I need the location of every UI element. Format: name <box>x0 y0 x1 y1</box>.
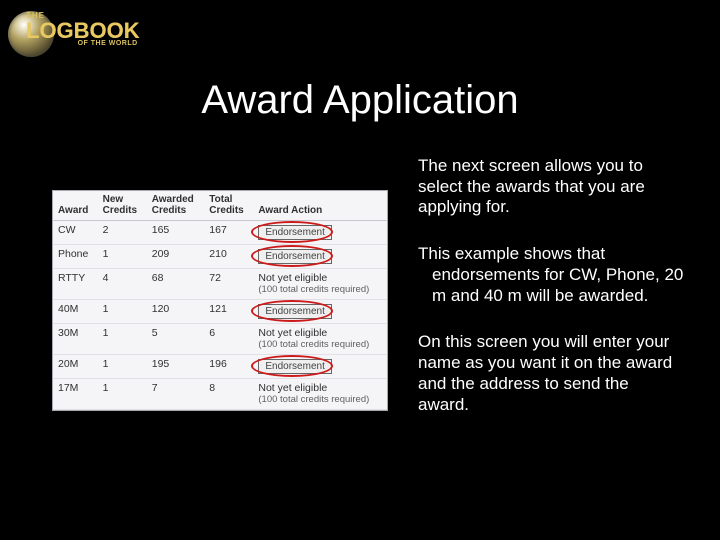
table-row: RTTY46872Not yet eligible <box>53 269 387 285</box>
col-total: Total Credits <box>204 191 253 221</box>
table-header-row: Award New Credits Awarded Credits Total … <box>53 191 387 221</box>
description-column: The next screen allows you to select the… <box>418 156 684 441</box>
desc-p2a: This example shows that <box>418 244 605 263</box>
table-row-note: (100 total credits required) <box>53 285 387 300</box>
table-row: CW2165167 Endorsement <box>53 221 387 245</box>
cell-note: (100 total credits required) <box>253 395 387 410</box>
col-award: Award <box>53 191 98 221</box>
cell-new: 1 <box>98 323 147 339</box>
desc-p1: The next screen allows you to select the… <box>418 156 684 218</box>
cell-award: 20M <box>53 354 98 378</box>
cell-action: Not yet eligible <box>253 269 387 285</box>
table-row-note: (100 total credits required) <box>53 395 387 410</box>
col-action: Award Action <box>253 191 387 221</box>
desc-p2: This example shows that endorsements for… <box>418 244 684 306</box>
page-title: Award Application <box>0 78 720 123</box>
cell-new: 1 <box>98 245 147 269</box>
cell-new: 1 <box>98 378 147 394</box>
cell-action: Endorsement <box>253 299 387 323</box>
cell-award: RTTY <box>53 269 98 285</box>
cell-new: 1 <box>98 354 147 378</box>
logo-main: LOGBOOK <box>26 20 140 42</box>
cell-total: 196 <box>204 354 253 378</box>
cell-awarded: 7 <box>147 378 205 394</box>
table-row: 40M1120121 Endorsement <box>53 299 387 323</box>
cell-award: Phone <box>53 245 98 269</box>
cell-award: 30M <box>53 323 98 339</box>
cell-note: (100 total credits required) <box>253 340 387 355</box>
cell-total: 72 <box>204 269 253 285</box>
endorsement-button[interactable]: Endorsement <box>258 304 331 319</box>
cell-awarded: 165 <box>147 221 205 245</box>
cell-awarded: 195 <box>147 354 205 378</box>
cell-total: 6 <box>204 323 253 339</box>
cell-action: Endorsement <box>253 354 387 378</box>
endorsement-button[interactable]: Endorsement <box>258 249 331 264</box>
table-row: 30M156Not yet eligible <box>53 323 387 339</box>
cell-award: CW <box>53 221 98 245</box>
cell-awarded: 68 <box>147 269 205 285</box>
cell-total: 8 <box>204 378 253 394</box>
cell-awarded: 5 <box>147 323 205 339</box>
cell-award: 17M <box>53 378 98 394</box>
cell-award: 40M <box>53 299 98 323</box>
cell-pad <box>53 395 253 410</box>
award-table: Award New Credits Awarded Credits Total … <box>53 191 387 410</box>
col-awarded: Awarded Credits <box>147 191 205 221</box>
cell-note: (100 total credits required) <box>253 285 387 300</box>
endorsement-button[interactable]: Endorsement <box>258 225 331 240</box>
cell-pad <box>53 340 253 355</box>
cell-total: 167 <box>204 221 253 245</box>
cell-action: Endorsement <box>253 221 387 245</box>
cell-awarded: 209 <box>147 245 205 269</box>
logo-text: THE LOGBOOK OF THE WORLD <box>26 12 140 47</box>
cell-new: 4 <box>98 269 147 285</box>
cell-new: 1 <box>98 299 147 323</box>
desc-p2b: endorsements for CW, Phone, 20 m and 40 … <box>418 265 684 306</box>
table-row: 20M1195196 Endorsement <box>53 354 387 378</box>
desc-p3: On this screen you will enter your name … <box>418 332 684 415</box>
cell-pad <box>53 285 253 300</box>
award-table-panel: Award New Credits Awarded Credits Total … <box>52 190 388 411</box>
col-new: New Credits <box>98 191 147 221</box>
cell-action: Endorsement <box>253 245 387 269</box>
table-row-note: (100 total credits required) <box>53 340 387 355</box>
cell-total: 121 <box>204 299 253 323</box>
cell-new: 2 <box>98 221 147 245</box>
logo: THE LOGBOOK OF THE WORLD <box>8 4 148 64</box>
table-row: Phone1209210 Endorsement <box>53 245 387 269</box>
endorsement-button[interactable]: Endorsement <box>258 359 331 374</box>
cell-action: Not yet eligible <box>253 323 387 339</box>
cell-total: 210 <box>204 245 253 269</box>
cell-action: Not yet eligible <box>253 378 387 394</box>
cell-awarded: 120 <box>147 299 205 323</box>
table-row: 17M178Not yet eligible <box>53 378 387 394</box>
